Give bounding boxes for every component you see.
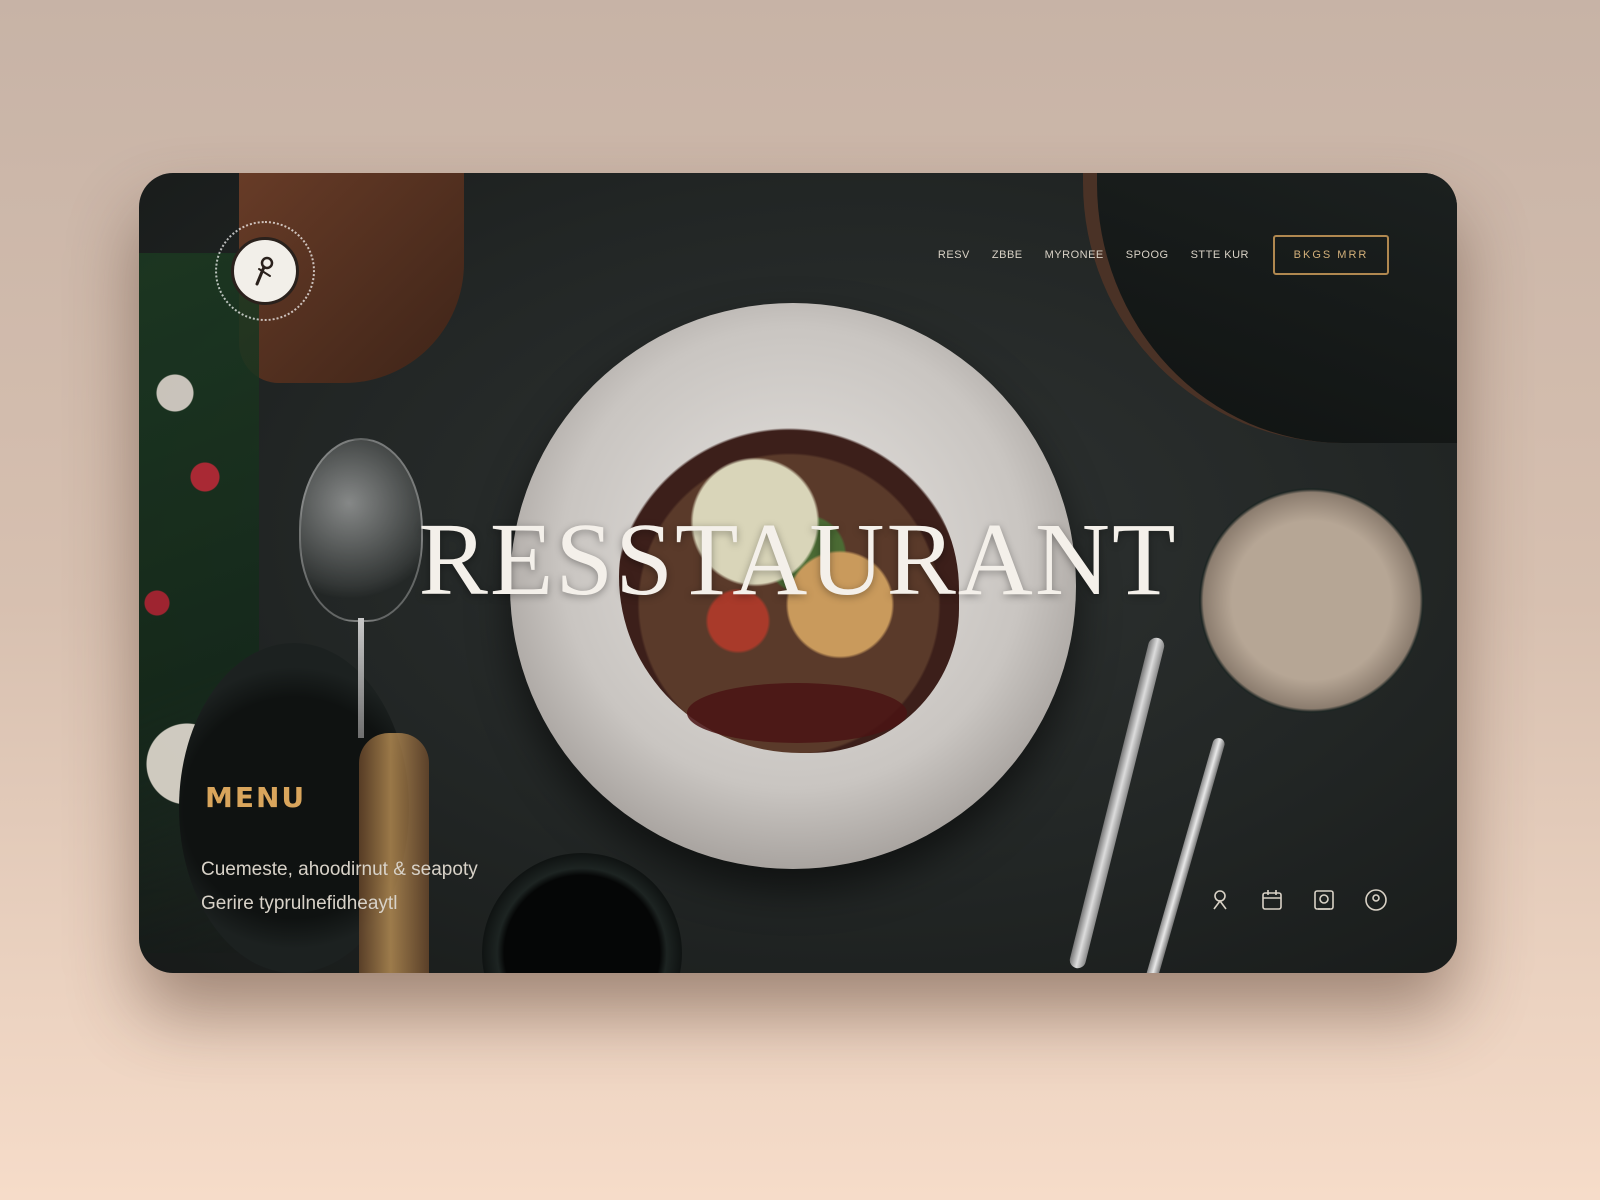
fork-image	[1140, 736, 1226, 973]
nav-item-zbbe[interactable]: ZBBE	[992, 249, 1023, 261]
knife-and-fork-emblem-icon	[231, 237, 299, 305]
logo[interactable]	[215, 221, 315, 321]
page-title: RESSTAURANT	[418, 502, 1178, 617]
reservation-icon[interactable]	[1309, 885, 1339, 915]
location-icon[interactable]	[1361, 885, 1391, 915]
nav-item-myronee[interactable]: MYRONEE	[1045, 249, 1104, 261]
nav-item-stte-kur[interactable]: STTE KUR	[1191, 249, 1249, 261]
knife-image	[1068, 636, 1166, 970]
chef-icon[interactable]	[1205, 885, 1235, 915]
nav-item-resv[interactable]: RESV	[938, 249, 970, 261]
main-nav: RESV ZBBE MYRONEE SPOOG STTE KUR	[938, 249, 1249, 261]
slate-board-image	[1083, 173, 1457, 443]
bottle-image	[359, 733, 429, 973]
calendar-icon[interactable]	[1257, 885, 1287, 915]
nav-item-spoog[interactable]: SPOOG	[1126, 249, 1169, 261]
cup-image	[482, 853, 682, 973]
wine-glass-stem	[358, 618, 364, 738]
hero-frame: RESV ZBBE MYRONEE SPOOG STTE KUR BKGS MR…	[139, 173, 1457, 973]
menu-description-line-2: Gerire typrulnefidheaytl	[201, 893, 398, 914]
booking-button[interactable]: BKGS MRR	[1273, 235, 1389, 275]
menu-description-line-1: Cuemeste, ahoodirnut & seapoty	[201, 859, 478, 880]
sauce-image	[687, 683, 907, 743]
icon-row	[1205, 885, 1391, 915]
menu-heading[interactable]: MENU	[205, 781, 306, 814]
